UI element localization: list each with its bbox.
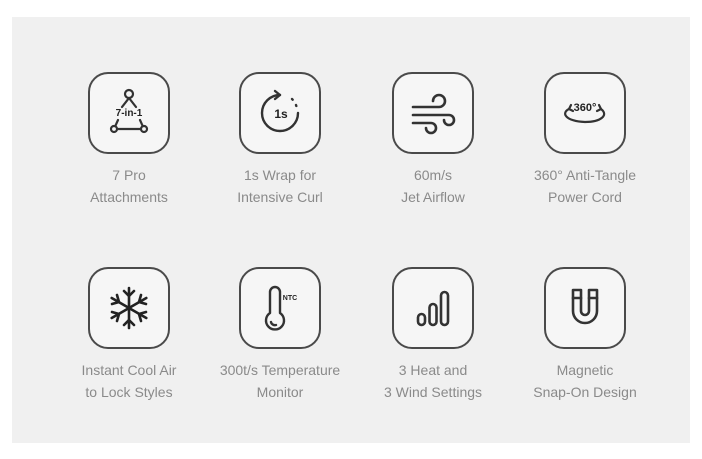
label-line-1: 1s Wrap for bbox=[243, 167, 317, 183]
magnet-tile bbox=[544, 267, 626, 349]
feature-airflow: 60m/s Jet Airflow bbox=[358, 72, 508, 208]
label-line-1: Magnetic bbox=[556, 362, 614, 378]
label-line-1: 3 Heat and bbox=[398, 362, 468, 378]
attachments-tile: 7-in-1 bbox=[88, 72, 170, 154]
label-line-1: 60m/s bbox=[413, 167, 453, 183]
snowflake-tile bbox=[88, 267, 170, 349]
feature-label: Magnetic Snap-On Design bbox=[510, 359, 660, 403]
svg-text:NTC: NTC bbox=[283, 295, 297, 302]
signal-bars-icon bbox=[416, 290, 450, 327]
magnet-icon bbox=[571, 288, 599, 325]
label-line-2: Attachments bbox=[90, 189, 168, 205]
thermometer-tile: NTC bbox=[239, 267, 321, 349]
svg-text:1s: 1s bbox=[274, 107, 288, 121]
feature-attachments: 7-in-1 7 Pro Attachments bbox=[54, 72, 204, 208]
label-line-1: Instant Cool Air bbox=[81, 362, 177, 378]
label-line-2: Intensive Curl bbox=[237, 189, 323, 205]
feature-label: Instant Cool Air to Lock Styles bbox=[54, 359, 204, 403]
feature-label: 1s Wrap for Intensive Curl bbox=[205, 164, 355, 208]
feature-cool-air: Instant Cool Air to Lock Styles bbox=[54, 267, 204, 403]
label-line-2: to Lock Styles bbox=[85, 384, 173, 400]
feature-settings: 3 Heat and 3 Wind Settings bbox=[358, 267, 508, 403]
feature-temperature: NTC 300t/s Temperature Monitor bbox=[205, 267, 355, 403]
thermometer-icon: NTC bbox=[264, 285, 297, 331]
feature-anti-tangle: 360° 360° Anti-Tangle Power Cord bbox=[510, 72, 660, 208]
feature-label: 360° Anti-Tangle Power Cord bbox=[510, 164, 660, 208]
feature-label: 60m/s Jet Airflow bbox=[358, 164, 508, 208]
feature-label: 300t/s Temperature Monitor bbox=[205, 359, 355, 403]
label-line-2: Monitor bbox=[256, 384, 304, 400]
label-line-2: Snap-On Design bbox=[533, 384, 637, 400]
feature-magnetic: Magnetic Snap-On Design bbox=[510, 267, 660, 403]
timer-icon: 1s bbox=[260, 89, 300, 133]
timer-tile: 1s bbox=[239, 72, 321, 154]
airflow-icon bbox=[411, 93, 456, 135]
label-line-2: 3 Wind Settings bbox=[383, 384, 483, 400]
features-panel: 7-in-1 7 Pro Attachments 1s 1s Wrap for … bbox=[12, 17, 690, 443]
airflow-tile bbox=[392, 72, 474, 154]
attachments-icon: 7-in-1 bbox=[109, 88, 149, 134]
rotate-tile: 360° bbox=[544, 72, 626, 154]
label-line-2: Power Cord bbox=[548, 189, 622, 205]
label-line-1: 300t/s Temperature bbox=[219, 362, 341, 378]
feature-label: 3 Heat and 3 Wind Settings bbox=[358, 359, 508, 403]
svg-text:360°: 360° bbox=[574, 102, 597, 114]
settings-tile bbox=[392, 267, 474, 349]
rotate-360-icon: 360° bbox=[564, 102, 606, 124]
snowflake-icon bbox=[110, 286, 148, 330]
feature-wrap: 1s 1s Wrap for Intensive Curl bbox=[205, 72, 355, 208]
label-line-2: Jet Airflow bbox=[401, 189, 465, 205]
label-line-1: 7 Pro bbox=[112, 167, 146, 183]
feature-label: 7 Pro Attachments bbox=[54, 164, 204, 208]
svg-text:7-in-1: 7-in-1 bbox=[116, 108, 143, 119]
label-line-1: 360° Anti-Tangle bbox=[533, 167, 637, 183]
